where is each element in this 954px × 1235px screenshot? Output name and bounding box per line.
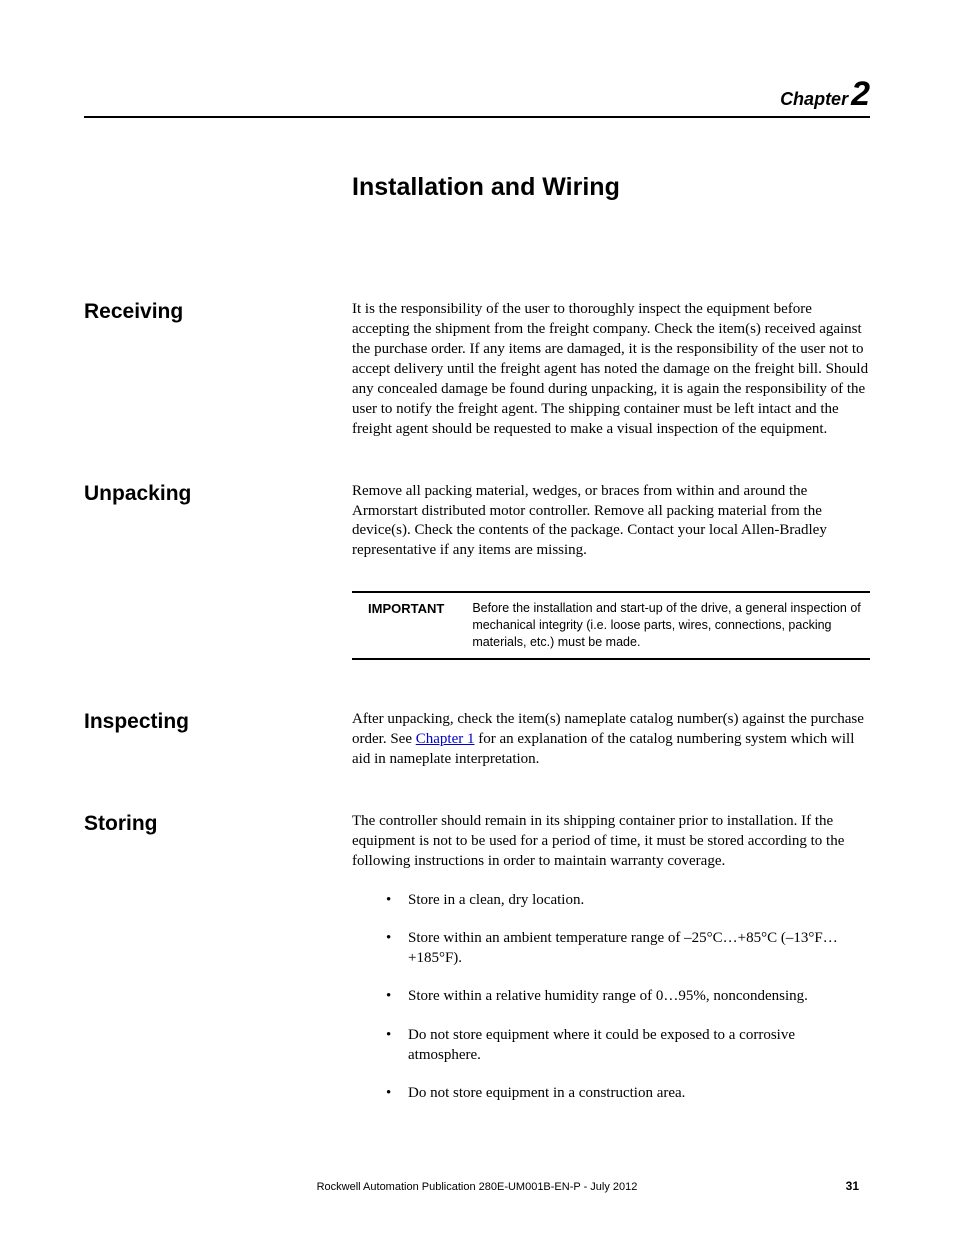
chapter-header: Chapter2 [84, 75, 870, 114]
section-storing: Storing The controller should remain in … [84, 812, 870, 1122]
section-receiving: Receiving It is the responsibility of th… [84, 300, 870, 440]
paragraph: Remove all packing material, wedges, or … [352, 482, 870, 562]
paragraph: After unpacking, check the item(s) namep… [352, 710, 870, 770]
body-storing: The controller should remain in its ship… [352, 812, 870, 1122]
body-inspecting: After unpacking, check the item(s) namep… [352, 710, 870, 770]
heading-inspecting: Inspecting [84, 710, 352, 734]
important-callout: IMPORTANT Before the installation and st… [352, 591, 870, 660]
header-rule [84, 116, 870, 118]
footer-publication: Rockwell Automation Publication 280E-UM0… [0, 1181, 954, 1193]
page-number: 31 [846, 1179, 859, 1193]
important-label: IMPORTANT [352, 600, 444, 616]
paragraph: It is the responsibility of the user to … [352, 300, 870, 440]
list-item: Store in a clean, dry location. [372, 890, 870, 910]
list-item: Store within a relative humidity range o… [372, 986, 870, 1006]
section-unpacking: Unpacking Remove all packing material, w… [84, 482, 870, 562]
chapter-title: Installation and Wiring [352, 173, 870, 202]
body-unpacking: Remove all packing material, wedges, or … [352, 482, 870, 562]
list-item: Store within an ambient temperature rang… [372, 928, 870, 969]
heading-storing: Storing [84, 812, 352, 836]
list-item: Do not store equipment in a construction… [372, 1083, 870, 1103]
chapter-1-link[interactable]: Chapter 1 [416, 731, 475, 747]
chapter-number: 2 [851, 75, 870, 113]
paragraph: The controller should remain in its ship… [352, 812, 870, 872]
storing-list: Store in a clean, dry location. Store wi… [352, 890, 870, 1104]
heading-receiving: Receiving [84, 300, 352, 324]
body-receiving: It is the responsibility of the user to … [352, 300, 870, 440]
list-item: Do not store equipment where it could be… [372, 1025, 870, 1066]
chapter-label: Chapter [780, 89, 848, 109]
heading-unpacking: Unpacking [84, 482, 352, 506]
important-text: Before the installation and start-up of … [472, 600, 870, 651]
section-inspecting: Inspecting After unpacking, check the it… [84, 710, 870, 770]
